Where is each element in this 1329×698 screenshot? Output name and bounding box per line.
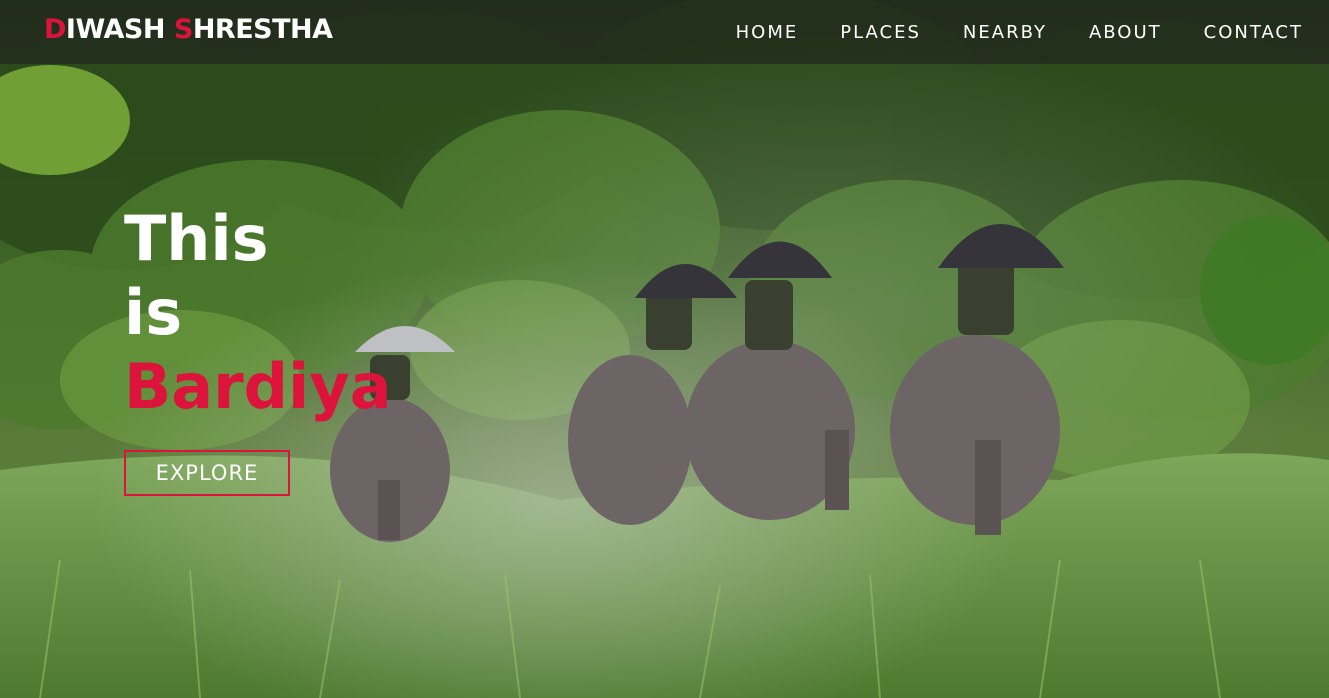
nav-link-home[interactable]: HOME [736, 22, 799, 43]
main-nav: HOME PLACES NEARBY ABOUT CONTACT [694, 0, 1303, 64]
logo-last-initial: S [173, 14, 193, 45]
nav-link-about[interactable]: ABOUT [1089, 22, 1162, 43]
site-logo[interactable]: DIWASH SHRESTHA [44, 14, 333, 45]
top-navbar: DIWASH SHRESTHA HOME PLACES NEARBY ABOUT… [0, 0, 1329, 64]
hero-headline: This is Bardiya [124, 202, 392, 424]
logo-first-rest: IWASH [65, 14, 174, 45]
headline-line-is: is [124, 276, 183, 349]
logo-first-initial: D [44, 14, 66, 45]
logo-last-rest: HRESTHA [192, 14, 333, 45]
headline-line-this: This [124, 202, 269, 275]
explore-button[interactable]: EXPLORE [124, 450, 290, 496]
nav-link-nearby[interactable]: NEARBY [963, 22, 1047, 43]
nav-link-contact[interactable]: CONTACT [1204, 22, 1303, 43]
nav-link-places[interactable]: PLACES [840, 22, 921, 43]
headline-line-bardiya: Bardiya [124, 350, 392, 423]
